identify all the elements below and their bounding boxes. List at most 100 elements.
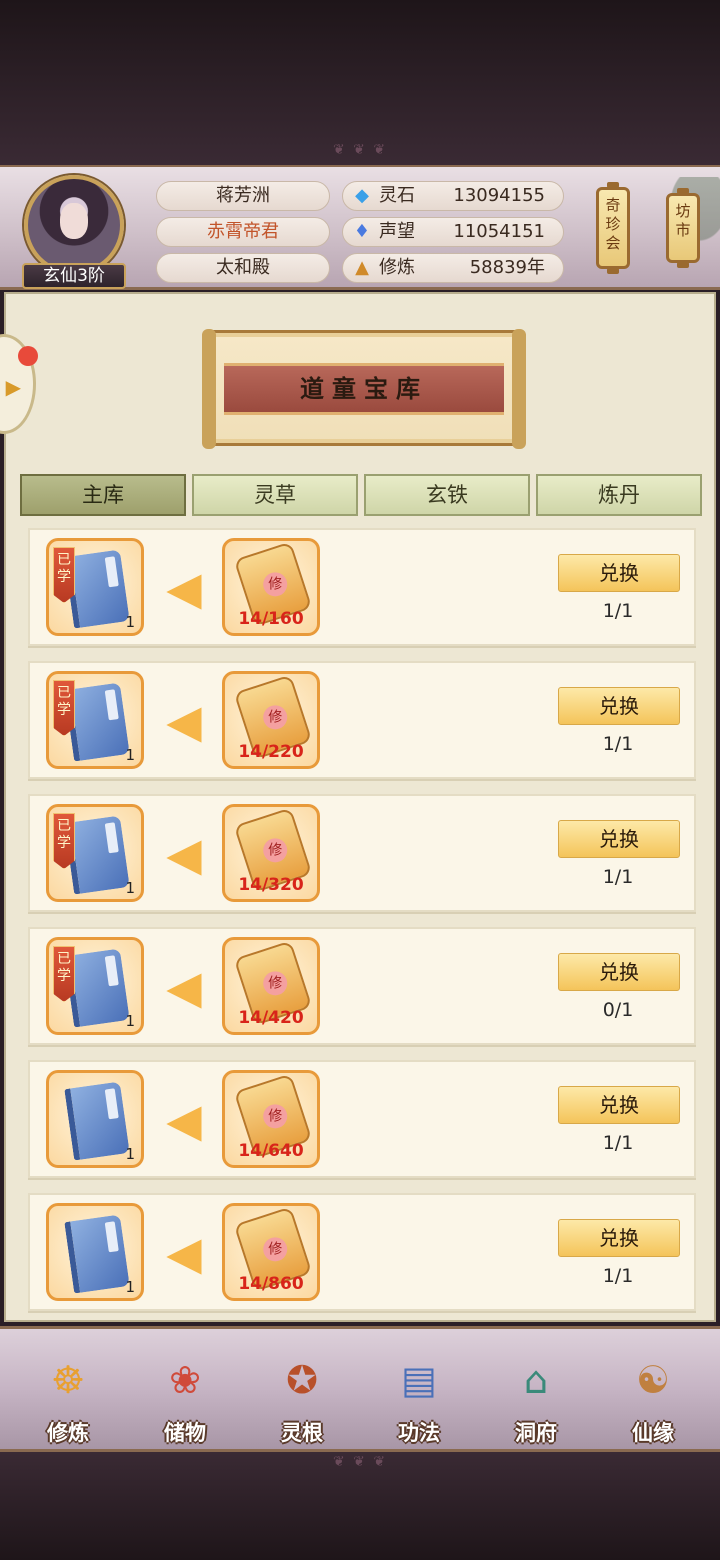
nav-item-1[interactable]: ❀ 储物 [135,1343,235,1451]
arrow-left-icon: ◀ [166,960,202,1014]
ornament-icon: ❦ ❦ ❦ [332,142,388,158]
cost-progress: 14/420 [238,1008,304,1028]
title-banner: 道童宝库 [202,329,526,449]
item-count: 1 [125,1145,135,1163]
nav-item-4[interactable]: ⌂ 洞府 [486,1343,586,1451]
scroll-seal: 修 [263,572,288,597]
tab-mystic-iron[interactable]: 玄铁 [364,474,530,516]
item-count: 1 [125,746,135,764]
scroll-cost-slot[interactable]: 修 14/860 [222,1203,320,1301]
lantern-treasure-fair[interactable]: 奇珍会 [596,182,630,274]
resource-value: 13094155 [453,185,545,206]
lantern-market[interactable]: 坊市 [666,188,700,268]
technique-book-slot[interactable]: 已学 1 [46,804,144,902]
scroll-seal: 修 [263,1104,288,1129]
tab-main-store[interactable]: 主库 [20,474,186,516]
technique-book-slot[interactable]: 已学 1 [46,538,144,636]
nav-item-2[interactable]: ✪ 灵根 [252,1343,352,1451]
page-title: 道童宝库 [224,363,504,415]
arrow-left-icon: ◀ [166,561,202,615]
exchange-limit: 1/1 [602,1132,634,1154]
nav-label: 功法 [398,1421,440,1445]
technique-book-icon [64,1081,130,1161]
exchange-button[interactable]: 兑换 [558,1086,680,1124]
bottom-band: ❦ ❦ ❦ [0,1452,720,1560]
tab-alchemy[interactable]: 炼丹 [536,474,702,516]
exchange-limit: 0/1 [602,999,634,1021]
exchange-limit: 1/1 [602,733,634,755]
spirit-root-icon: ✪ [286,1358,318,1402]
exchange-button[interactable]: 兑换 [558,687,680,725]
item-count: 1 [125,1278,135,1296]
nav-label: 仙缘 [632,1421,674,1445]
exchange-row: 已学 1 ◀ 修 14/220 兑换 1/1 [28,661,696,779]
exchange-row: 已学 1 ◀ 修 14/320 兑换 1/1 [28,794,696,912]
arrow-left-icon: ◀ [166,1226,202,1280]
exchange-button[interactable]: 兑换 [558,554,680,592]
technique-book-slot[interactable]: 1 [46,1070,144,1168]
arrow-left-icon: ◀ [166,694,202,748]
learned-tag: 已学 [53,813,75,869]
exchange-limit: 1/1 [602,866,634,888]
technique-book-slot[interactable]: 已学 1 [46,937,144,1035]
lantern-label: 奇珍会 [605,196,621,252]
ornament-icon: ❦ ❦ ❦ [332,1454,388,1470]
arrow-left-icon: ◀ [166,827,202,881]
technique-book-slot[interactable]: 1 [46,1203,144,1301]
avatar-portrait [24,175,124,275]
cost-progress: 14/320 [238,875,304,895]
nav-label: 洞府 [515,1421,557,1445]
cost-progress: 14/860 [238,1274,304,1294]
category-tabs: 主库 灵草 玄铁 炼丹 [20,474,704,518]
exchange-row: 已学 1 ◀ 修 14/420 兑换 0/1 [28,927,696,1045]
scroll-seal: 修 [263,838,288,863]
resource-label: 修炼 [379,257,415,278]
exchange-row: 1 ◀ 修 14/860 兑换 1/1 [28,1193,696,1311]
nav-label: 灵根 [281,1421,323,1445]
item-count: 1 [125,879,135,897]
spirit-stone-icon: ◆ [355,185,369,206]
scroll-cost-slot[interactable]: 修 14/640 [222,1070,320,1168]
learned-tag: 已学 [53,680,75,736]
cost-progress: 14/220 [238,742,304,762]
avatar[interactable]: 玄仙3阶 [20,175,128,289]
cave-palace-icon: ⌂ [523,1358,549,1402]
scroll-seal: 修 [263,1237,288,1262]
nav-label: 储物 [164,1421,206,1445]
resource-value: 11054151 [453,221,545,242]
exchange-limit: 1/1 [602,1265,634,1287]
bottom-nav: ☸ 修炼 ❀ 储物 ✪ 灵根 ▤ 功法 ⌂ 洞府 ☯ 仙缘 [0,1326,720,1452]
learned-tag: 已学 [53,547,75,603]
exchange-button[interactable]: 兑换 [558,953,680,991]
resource-value: 58839年 [469,257,545,278]
scroll-seal: 修 [263,971,288,996]
cost-progress: 14/160 [238,609,304,629]
resource-label: 声望 [379,221,415,242]
resource-label: 灵石 [379,185,415,206]
scroll-cost-slot[interactable]: 修 14/420 [222,937,320,1035]
cost-progress: 14/640 [238,1141,304,1161]
scroll-cost-slot[interactable]: 修 14/220 [222,671,320,769]
nav-item-0[interactable]: ☸ 修炼 [18,1343,118,1451]
nav-item-5[interactable]: ☯ 仙缘 [603,1343,703,1451]
tab-spirit-herb[interactable]: 灵草 [192,474,358,516]
exchange-row: 1 ◀ 修 14/640 兑换 1/1 [28,1060,696,1178]
bag-icon: ❀ [169,1358,201,1402]
resource-cultivation: ▲ 修炼 58839年 [342,253,564,283]
palace-name: 太和殿 [156,253,330,283]
learned-tag: 已学 [53,946,75,1002]
player-title: 赤霄帝君 [156,217,330,247]
scroll-cost-slot[interactable]: 修 14/320 [222,804,320,902]
nav-item-3[interactable]: ▤ 功法 [369,1343,469,1451]
notification-dot [18,346,38,366]
arrow-left-icon: ◀ [166,1093,202,1147]
technique-book-slot[interactable]: 已学 1 [46,671,144,769]
scroll-cost-slot[interactable]: 修 14/160 [222,538,320,636]
treasury-panel: ▶ 道童宝库 主库 灵草 玄铁 炼丹 已学 1 ◀ 修 14/160 兑换 1/1 已学 1 ◀ 修… [0,292,716,1322]
prestige-icon: ♦ [353,221,371,242]
resource-prestige: ♦ 声望 11054151 [342,217,564,247]
technique-book-icon [64,1214,130,1294]
book-icon: ▤ [401,1358,437,1402]
exchange-button[interactable]: 兑换 [558,1219,680,1257]
exchange-button[interactable]: 兑换 [558,820,680,858]
